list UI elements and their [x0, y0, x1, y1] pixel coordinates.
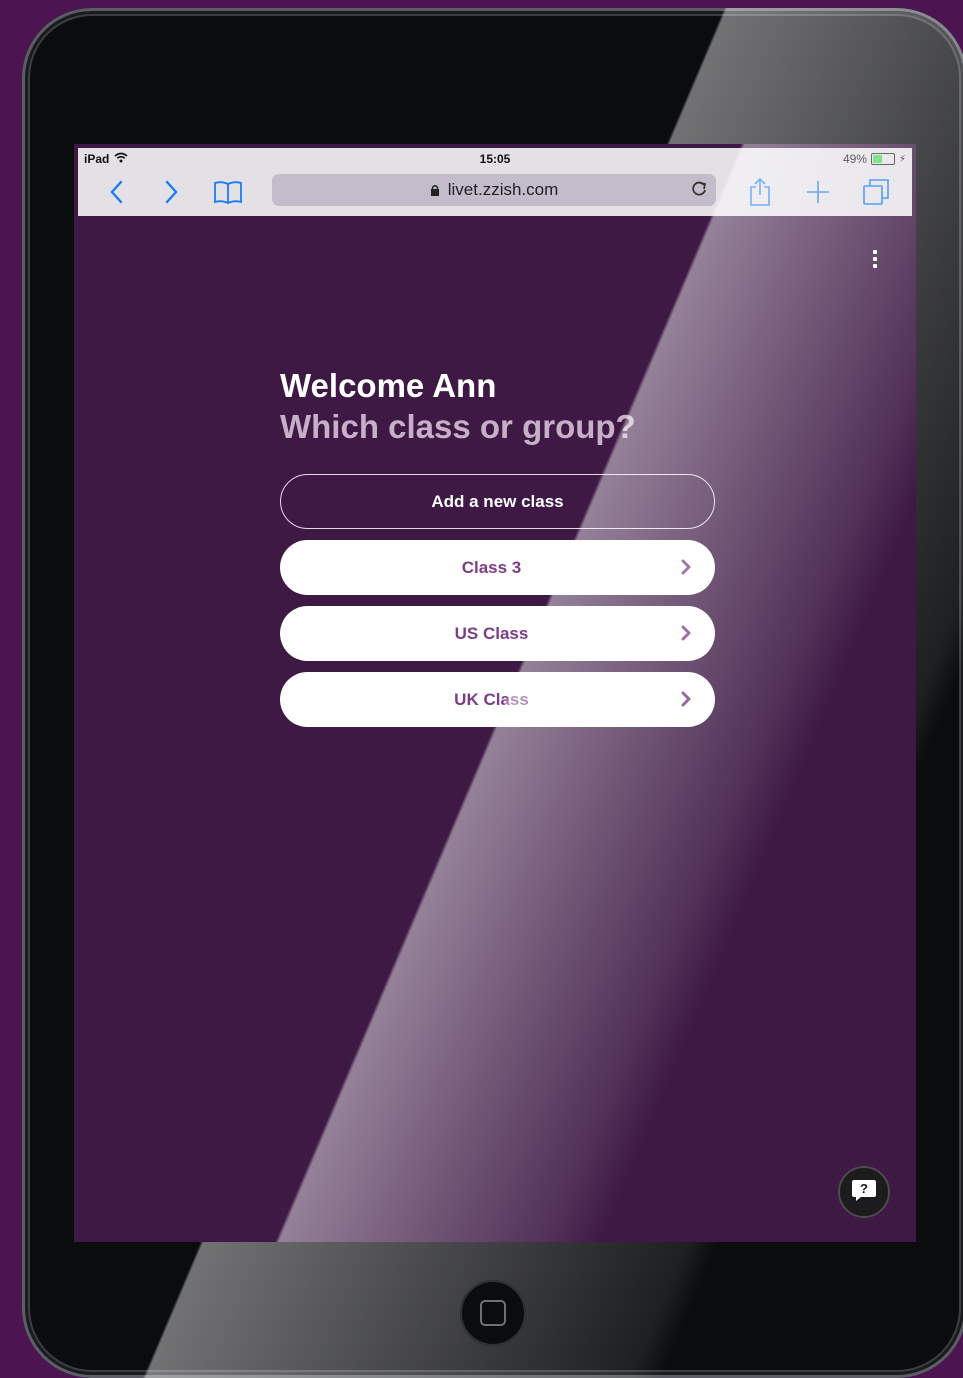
- home-square-icon: [480, 1300, 506, 1326]
- new-tab-icon[interactable]: [802, 174, 834, 210]
- menu-dot: [873, 264, 877, 268]
- address-bar[interactable]: livet.zzish.com: [272, 174, 716, 206]
- chevron-right-icon: [679, 624, 693, 642]
- class-question: Which class or group?: [280, 408, 636, 445]
- status-time: 15:05: [479, 152, 511, 166]
- add-class-label: Add a new class: [431, 491, 564, 511]
- help-button[interactable]: ?: [838, 1166, 890, 1218]
- home-button[interactable]: [460, 1280, 526, 1346]
- back-icon[interactable]: [100, 174, 132, 210]
- welcome-title: Welcome Ann: [280, 367, 497, 404]
- status-right: 49% ⚡: [843, 152, 906, 166]
- battery-level: [872, 155, 882, 163]
- forward-icon[interactable]: [156, 174, 188, 210]
- tabs-icon[interactable]: [860, 174, 892, 210]
- chevron-right-icon: [679, 558, 693, 576]
- battery-percent: 49%: [842, 152, 867, 166]
- screen: iPad 15:05 49% ⚡ livet.zzish.com Welcome…: [74, 144, 916, 1242]
- question-chat-icon: ?: [851, 1178, 877, 1207]
- status-bar: iPad 15:05 49% ⚡: [78, 148, 912, 170]
- svg-text:?: ?: [860, 1181, 868, 1196]
- class-button-class-3[interactable]: Class 3: [280, 540, 715, 595]
- battery-icon: [870, 153, 895, 165]
- menu-dot: [873, 250, 877, 254]
- share-icon[interactable]: [744, 174, 776, 210]
- class-selection: Welcome Ann Which class or group? Add a …: [280, 366, 716, 727]
- menu-dot: [873, 257, 877, 261]
- lock-icon: [430, 184, 440, 197]
- more-menu-icon[interactable]: [872, 250, 878, 268]
- bookmarks-icon[interactable]: [212, 174, 244, 210]
- class-label: UK Class: [454, 689, 529, 709]
- class-button-uk-class[interactable]: UK Class: [280, 672, 715, 727]
- browser-toolbar: iPad 15:05 49% ⚡ livet.zzish.com: [78, 148, 912, 216]
- chevron-right-icon: [679, 690, 693, 708]
- class-label: US Class: [454, 623, 529, 643]
- class-label: Class 3: [461, 557, 522, 577]
- reload-icon[interactable]: [690, 180, 708, 203]
- class-button-us-class[interactable]: US Class: [280, 606, 715, 661]
- url-text: livet.zzish.com: [447, 180, 559, 199]
- add-class-button[interactable]: Add a new class: [280, 474, 715, 529]
- charging-icon: ⚡: [898, 153, 906, 165]
